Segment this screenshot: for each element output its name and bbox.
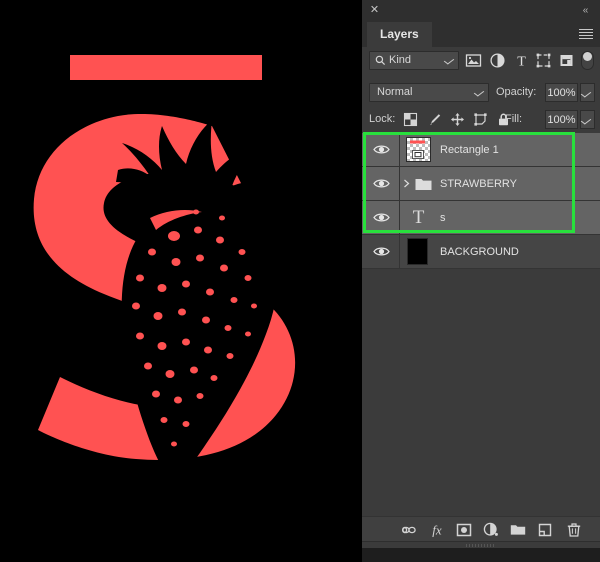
- layer-list[interactable]: Rectangle 1 STRAWBERRY T s BACKGROUND: [362, 133, 600, 516]
- layer-filter-row: Kind T: [362, 47, 600, 74]
- new-group-icon[interactable]: [509, 521, 527, 539]
- opacity-stepper-button[interactable]: [580, 83, 595, 102]
- layer-row-background[interactable]: BACKGROUND: [362, 235, 600, 269]
- panel-titlebar: ✕ «: [362, 0, 600, 22]
- close-icon[interactable]: ✕: [369, 5, 380, 16]
- eye-visibility-icon[interactable]: [373, 177, 390, 190]
- shape-layer-filter-icon[interactable]: [535, 52, 552, 69]
- type-layer-filter-icon: T: [513, 52, 530, 70]
- opacity-label: Opacity:: [496, 86, 537, 98]
- blend-opacity-row: Normal Opacity: 100%: [362, 80, 600, 106]
- layer-row-rectangle-1[interactable]: Rectangle 1: [362, 133, 600, 167]
- photoshop-window: ✕ « Layers Kind T Normal Opacity: 100% L…: [0, 0, 600, 562]
- layer-thumbnail-background[interactable]: [407, 238, 428, 265]
- smart-object-filter-icon[interactable]: [558, 52, 575, 69]
- pixel-layer-filter-icon[interactable]: [465, 52, 482, 69]
- eye-visibility-icon[interactable]: [373, 245, 390, 258]
- layer-thumbnail-rectangle-1[interactable]: [406, 137, 431, 162]
- chevron-down-icon: [443, 56, 455, 65]
- eye-visibility-icon[interactable]: [373, 143, 390, 156]
- layer-name-strawberry: STRAWBERRY: [440, 178, 518, 190]
- layer-name-rectangle-1: Rectangle 1: [440, 144, 499, 156]
- filter-kind-dropdown[interactable]: Kind: [369, 51, 459, 70]
- svg-text:fx: fx: [432, 523, 442, 538]
- lock-row: Lock: Fill: 100%: [362, 108, 600, 132]
- folder-icon: [415, 177, 432, 191]
- lock-position-icon[interactable]: [450, 112, 465, 127]
- eye-visibility-icon[interactable]: [373, 211, 390, 224]
- lock-transparent-pixels-icon[interactable]: [403, 112, 418, 127]
- layer-row-strawberry[interactable]: STRAWBERRY: [362, 167, 600, 201]
- filter-kind-label: Kind: [389, 54, 412, 66]
- layer-row-s[interactable]: T s: [362, 201, 600, 235]
- artwork-composition: [0, 0, 362, 562]
- filter-enable-toggle[interactable]: [581, 51, 594, 70]
- layer-name-background: BACKGROUND: [440, 246, 519, 258]
- tab-layers[interactable]: Layers: [367, 22, 432, 47]
- fill-stepper-button[interactable]: [580, 110, 595, 129]
- search-icon: [375, 55, 386, 66]
- filter-type-icons: T: [465, 50, 575, 71]
- opacity-input[interactable]: 100%: [545, 83, 578, 102]
- blend-mode-value: Normal: [377, 86, 413, 98]
- adjustment-layer-filter-icon[interactable]: [489, 52, 506, 69]
- panel-bottom-shadow: [362, 548, 600, 562]
- row-divider: [399, 167, 400, 200]
- panel-tabstrip: Layers: [362, 22, 600, 47]
- layers-panel: ✕ « Layers Kind T Normal Opacity: 100% L…: [362, 0, 600, 549]
- link-layers-icon[interactable]: [400, 521, 418, 539]
- row-divider: [399, 235, 400, 268]
- add-layer-mask-icon[interactable]: [455, 521, 473, 539]
- chevron-down-icon: [473, 88, 485, 97]
- delete-layer-icon[interactable]: [565, 521, 583, 539]
- row-divider: [399, 133, 400, 166]
- chevron-down-icon: [580, 89, 592, 98]
- type-layer-icon: T: [412, 207, 425, 228]
- layer-style-fx-icon[interactable]: fx: [428, 521, 446, 539]
- chevron-down-icon: [580, 116, 592, 125]
- new-adjustment-layer-icon[interactable]: [482, 521, 500, 539]
- fill-input[interactable]: 100%: [545, 110, 578, 129]
- new-layer-icon[interactable]: [536, 521, 554, 539]
- collapse-panel-icon[interactable]: «: [578, 4, 592, 17]
- lock-image-pixels-icon[interactable]: [427, 112, 442, 127]
- hamburger-menu-icon[interactable]: [579, 29, 593, 40]
- chevron-right-icon[interactable]: [403, 179, 410, 188]
- layers-panel-toolbar: fx: [362, 516, 600, 542]
- row-divider: [399, 201, 400, 234]
- lock-artboard-nesting-icon[interactable]: [473, 112, 488, 127]
- fill-label: Fill:: [505, 113, 523, 125]
- svg-text:T: T: [517, 55, 526, 70]
- blend-mode-dropdown[interactable]: Normal: [369, 83, 489, 102]
- layer-name-s: s: [440, 212, 446, 224]
- lock-label: Lock:: [369, 113, 396, 125]
